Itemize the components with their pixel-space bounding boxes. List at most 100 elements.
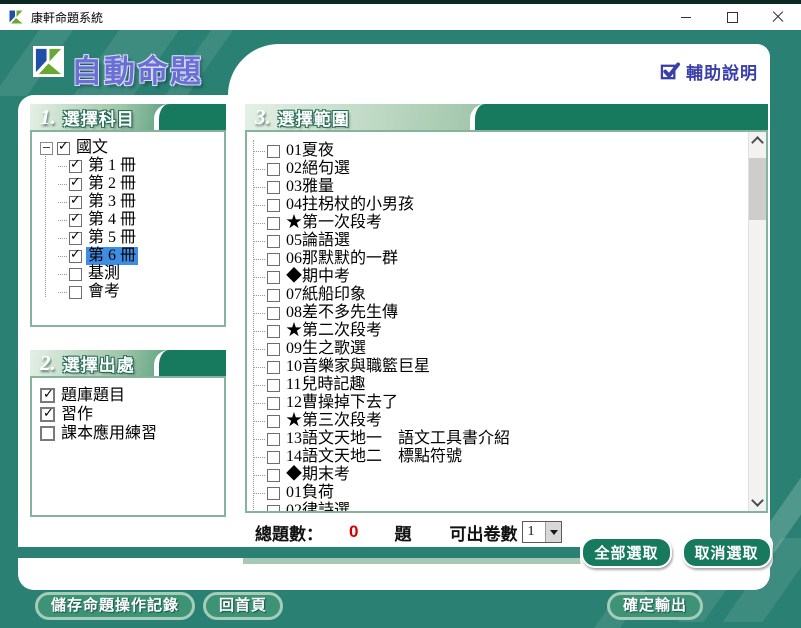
scrollbar-thumb[interactable]	[749, 158, 766, 220]
scope-item[interactable]: 14語文天地二 標點符號	[253, 448, 766, 466]
checkbox[interactable]	[267, 361, 280, 374]
tree-item-label[interactable]: 第 1 冊	[86, 157, 138, 175]
scope-item[interactable]: 01負荷	[253, 484, 766, 502]
checkbox[interactable]	[40, 388, 55, 403]
scope-item-label[interactable]: 14語文天地二 標點符號	[284, 448, 464, 466]
checkbox[interactable]	[267, 343, 280, 356]
scope-item-label[interactable]: 01負荷	[284, 484, 336, 502]
scrollbar-up-button[interactable]	[749, 132, 766, 149]
tree-item-label[interactable]: 第 2 冊	[86, 175, 138, 193]
confirm-output-button[interactable]: 確定輸出	[607, 592, 703, 620]
tree-item-label[interactable]: 第 3 冊	[86, 193, 138, 211]
scope-item[interactable]: 06那默默的一群	[253, 250, 766, 268]
scope-item-label[interactable]: ★第一次段考	[284, 214, 384, 232]
tree-item[interactable]: 會考	[58, 283, 224, 301]
scope-item-label[interactable]: ★第二次段考	[284, 322, 384, 340]
tree-item[interactable]: 第 4 冊	[58, 211, 224, 229]
tree-item[interactable]: 第 3 冊	[58, 193, 224, 211]
scope-item[interactable]: 07紙船印象	[253, 286, 766, 304]
scope-item-label[interactable]: ★第三次段考	[284, 412, 384, 430]
source-item-label[interactable]: 題庫題目	[59, 387, 127, 405]
checkbox[interactable]	[267, 469, 280, 482]
checkbox[interactable]	[267, 379, 280, 392]
save-record-button[interactable]: 儲存命題操作記錄	[35, 592, 195, 620]
checkbox[interactable]	[267, 181, 280, 194]
checkbox[interactable]	[267, 487, 280, 500]
scope-item[interactable]: 02絕句選	[253, 160, 766, 178]
tree-item-label[interactable]: 會考	[86, 283, 122, 301]
help-button[interactable]: 輔助說明	[660, 59, 758, 84]
scope-item[interactable]: 08差不多先生傳	[253, 304, 766, 322]
close-button[interactable]	[755, 4, 801, 30]
scope-item-label[interactable]: 09生之歌選	[284, 340, 368, 358]
scope-item[interactable]: ★第二次段考	[253, 322, 766, 340]
select-all-button[interactable]: 全部選取	[581, 537, 671, 568]
tree-collapse-icon[interactable]	[40, 142, 53, 155]
checkbox[interactable]	[69, 160, 82, 173]
tree-root-row[interactable]: 國文	[40, 139, 224, 157]
copies-dropdown-button[interactable]	[545, 522, 561, 542]
scrollbar-down-button[interactable]	[749, 494, 766, 511]
scope-item-label[interactable]: 05論語選	[284, 232, 352, 250]
scope-item[interactable]: 03雅量	[253, 178, 766, 196]
checkbox[interactable]	[267, 307, 280, 320]
scope-item[interactable]: ◆期末考	[253, 466, 766, 484]
checkbox[interactable]	[69, 196, 82, 209]
scope-item-label[interactable]: 10音樂家與職籃巨星	[284, 358, 432, 376]
scope-item-label[interactable]: 02絕句選	[284, 160, 352, 178]
scope-item-label[interactable]: ◆期中考	[284, 268, 352, 286]
scope-item[interactable]: ★第三次段考	[253, 412, 766, 430]
scope-item[interactable]: ★第一次段考	[253, 214, 766, 232]
deselect-all-button[interactable]: 取消選取	[682, 537, 772, 568]
tree-item-label[interactable]: 第 4 冊	[86, 211, 138, 229]
scope-item[interactable]: 05論語選	[253, 232, 766, 250]
checkbox[interactable]	[69, 214, 82, 227]
tree-item[interactable]: 第 5 冊	[58, 229, 224, 247]
source-item[interactable]: 題庫題目	[40, 386, 224, 405]
scope-item[interactable]: 13語文天地一 語文工具書介紹	[253, 430, 766, 448]
scope-item-label[interactable]: 04拄柺杖的小男孩	[284, 196, 416, 214]
scope-item-label[interactable]: 08差不多先生傳	[284, 304, 400, 322]
scope-item[interactable]: 09生之歌選	[253, 340, 766, 358]
checkbox[interactable]	[57, 142, 70, 155]
tree-item-label[interactable]: 基測	[86, 265, 122, 283]
checkbox[interactable]	[267, 217, 280, 230]
home-button[interactable]: 回首頁	[203, 592, 283, 620]
checkbox[interactable]	[69, 286, 82, 299]
tree-item-label[interactable]: 第 6 冊	[86, 247, 138, 265]
tree-root-label[interactable]: 國文	[74, 139, 110, 157]
scope-item-label[interactable]: 06那默默的一群	[284, 250, 400, 268]
scope-item-label[interactable]: ◆期末考	[284, 466, 352, 484]
checkbox[interactable]	[267, 433, 280, 446]
checkbox[interactable]	[267, 505, 280, 514]
minimize-button[interactable]	[663, 4, 709, 30]
checkbox[interactable]	[40, 407, 55, 422]
checkbox[interactable]	[267, 451, 280, 464]
checkbox[interactable]	[267, 145, 280, 158]
scope-item[interactable]: 12曹操掉下去了	[253, 394, 766, 412]
checkbox[interactable]	[69, 268, 82, 281]
source-item[interactable]: 習作	[40, 405, 224, 424]
tree-item[interactable]: 第 2 冊	[58, 175, 224, 193]
scope-item-label[interactable]: 02律詩選	[284, 502, 352, 513]
source-item-label[interactable]: 課本應用練習	[59, 425, 159, 443]
source-item[interactable]: 課本應用練習	[40, 424, 224, 443]
checkbox[interactable]	[267, 415, 280, 428]
scope-item-label[interactable]: 11兒時記趣	[284, 376, 367, 394]
checkbox[interactable]	[267, 325, 280, 338]
maximize-button[interactable]	[709, 4, 755, 30]
scope-item[interactable]: 10音樂家與職籃巨星	[253, 358, 766, 376]
scope-item-label[interactable]: 01夏夜	[284, 142, 336, 160]
checkbox[interactable]	[69, 250, 82, 263]
checkbox[interactable]	[267, 253, 280, 266]
scope-item[interactable]: 11兒時記趣	[253, 376, 766, 394]
source-item-label[interactable]: 習作	[59, 406, 95, 424]
copies-select[interactable]: 1	[522, 521, 562, 543]
checkbox[interactable]	[267, 163, 280, 176]
scope-item-label[interactable]: 03雅量	[284, 178, 336, 196]
scope-item[interactable]: 04拄柺杖的小男孩	[253, 196, 766, 214]
scrollbar[interactable]	[748, 132, 766, 511]
checkbox[interactable]	[69, 178, 82, 191]
checkbox[interactable]	[267, 235, 280, 248]
checkbox[interactable]	[267, 199, 280, 212]
